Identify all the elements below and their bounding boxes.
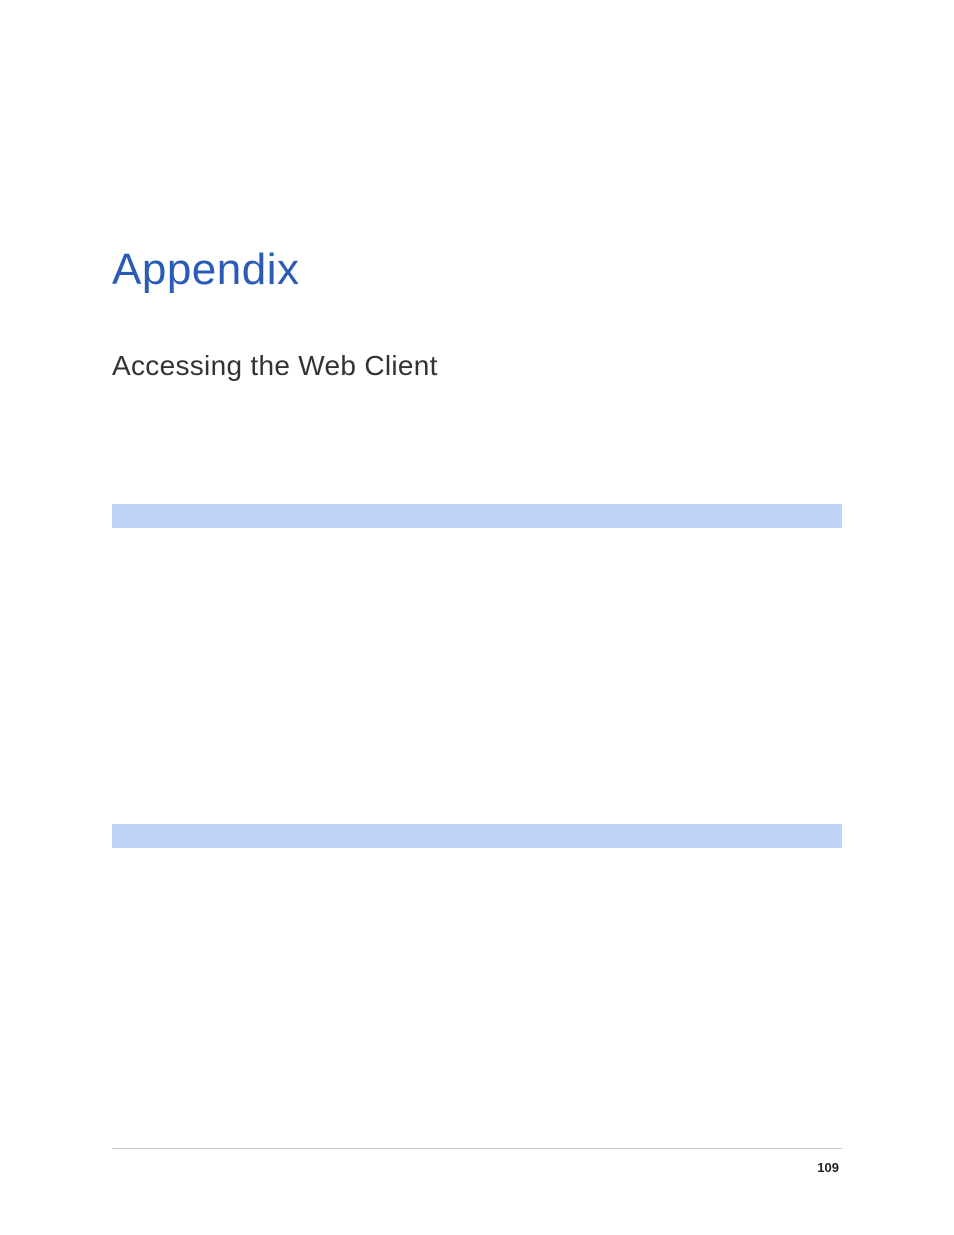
footer-divider xyxy=(112,1148,842,1149)
appendix-title: Appendix xyxy=(112,245,842,295)
section-title: Accessing the Web Client xyxy=(112,350,842,382)
highlight-bar xyxy=(112,504,842,528)
document-page: Appendix Accessing the Web Client 109 xyxy=(0,0,954,1235)
highlight-bar xyxy=(112,824,842,848)
page-number: 109 xyxy=(817,1160,839,1175)
